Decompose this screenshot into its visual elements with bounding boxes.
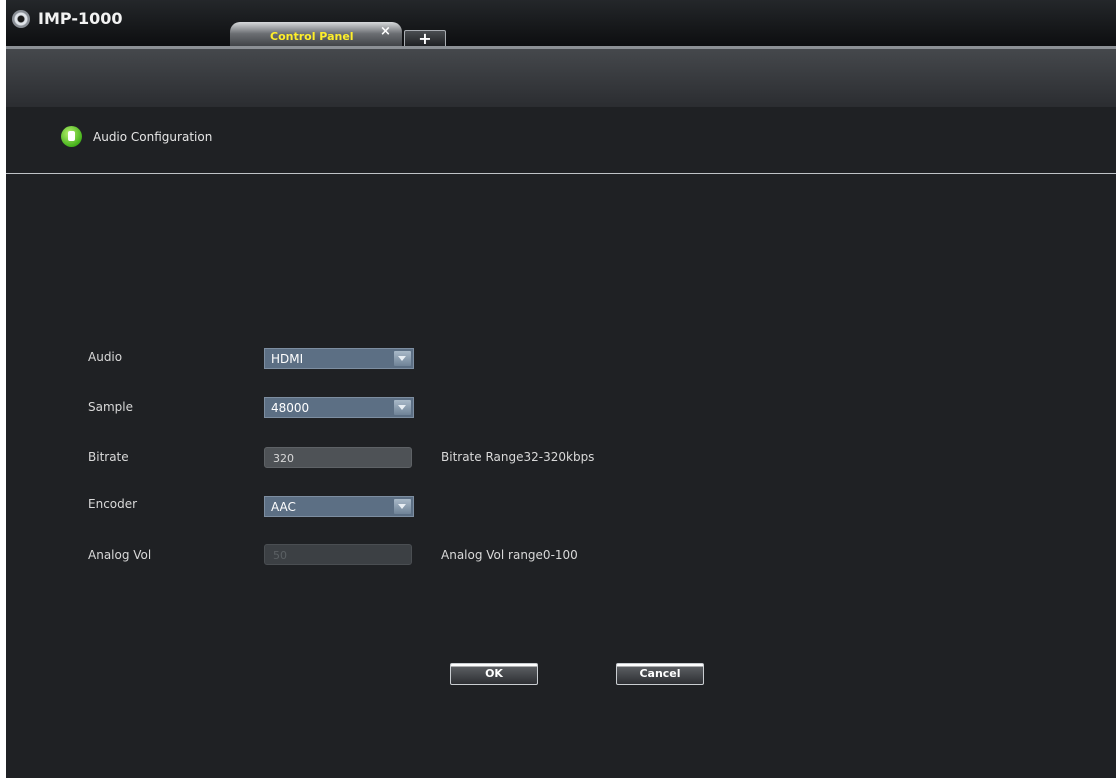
bitrate-input[interactable]: 320 bbox=[264, 447, 412, 468]
cancel-button[interactable]: Cancel bbox=[616, 663, 704, 685]
bitrate-label: Bitrate bbox=[88, 450, 129, 464]
analog-vol-input: 50 bbox=[264, 544, 412, 565]
encoder-value: AAC bbox=[271, 500, 296, 514]
audio-value: HDMI bbox=[271, 352, 304, 366]
settings-bubble-icon bbox=[61, 126, 82, 147]
sample-label: Sample bbox=[88, 400, 133, 414]
app-title: IMP-1000 bbox=[38, 9, 123, 28]
camera-logo-icon bbox=[12, 10, 30, 28]
analog-vol-hint: Analog Vol range0-100 bbox=[441, 548, 578, 562]
bitrate-value: 320 bbox=[273, 452, 294, 465]
encoder-select[interactable]: AAC bbox=[264, 496, 414, 517]
sample-value: 48000 bbox=[271, 401, 310, 415]
tab-label: Control Panel bbox=[270, 30, 354, 43]
header-band bbox=[6, 49, 1116, 107]
section-title: Audio Configuration bbox=[93, 130, 213, 144]
sample-select[interactable]: 48000 bbox=[264, 397, 414, 418]
analog-vol-label: Analog Vol bbox=[88, 548, 152, 562]
app-window: IMP-1000 Control Panel × + Audio Configu… bbox=[6, 0, 1116, 778]
analog-vol-value: 50 bbox=[273, 549, 287, 562]
chevron-down-icon[interactable] bbox=[394, 499, 411, 514]
title-bar: IMP-1000 Control Panel × + bbox=[6, 0, 1116, 48]
audio-select[interactable]: HDMI bbox=[264, 348, 414, 369]
chevron-down-icon[interactable] bbox=[394, 351, 411, 366]
section-divider bbox=[6, 173, 1116, 174]
bitrate-hint: Bitrate Range32-320kbps bbox=[441, 450, 595, 464]
chevron-down-icon[interactable] bbox=[394, 400, 411, 415]
audio-label: Audio bbox=[88, 350, 123, 364]
close-icon[interactable]: × bbox=[380, 24, 391, 39]
tab-control-panel[interactable]: Control Panel × bbox=[230, 22, 402, 48]
encoder-label: Encoder bbox=[88, 497, 138, 511]
ok-button[interactable]: OK bbox=[450, 663, 538, 685]
